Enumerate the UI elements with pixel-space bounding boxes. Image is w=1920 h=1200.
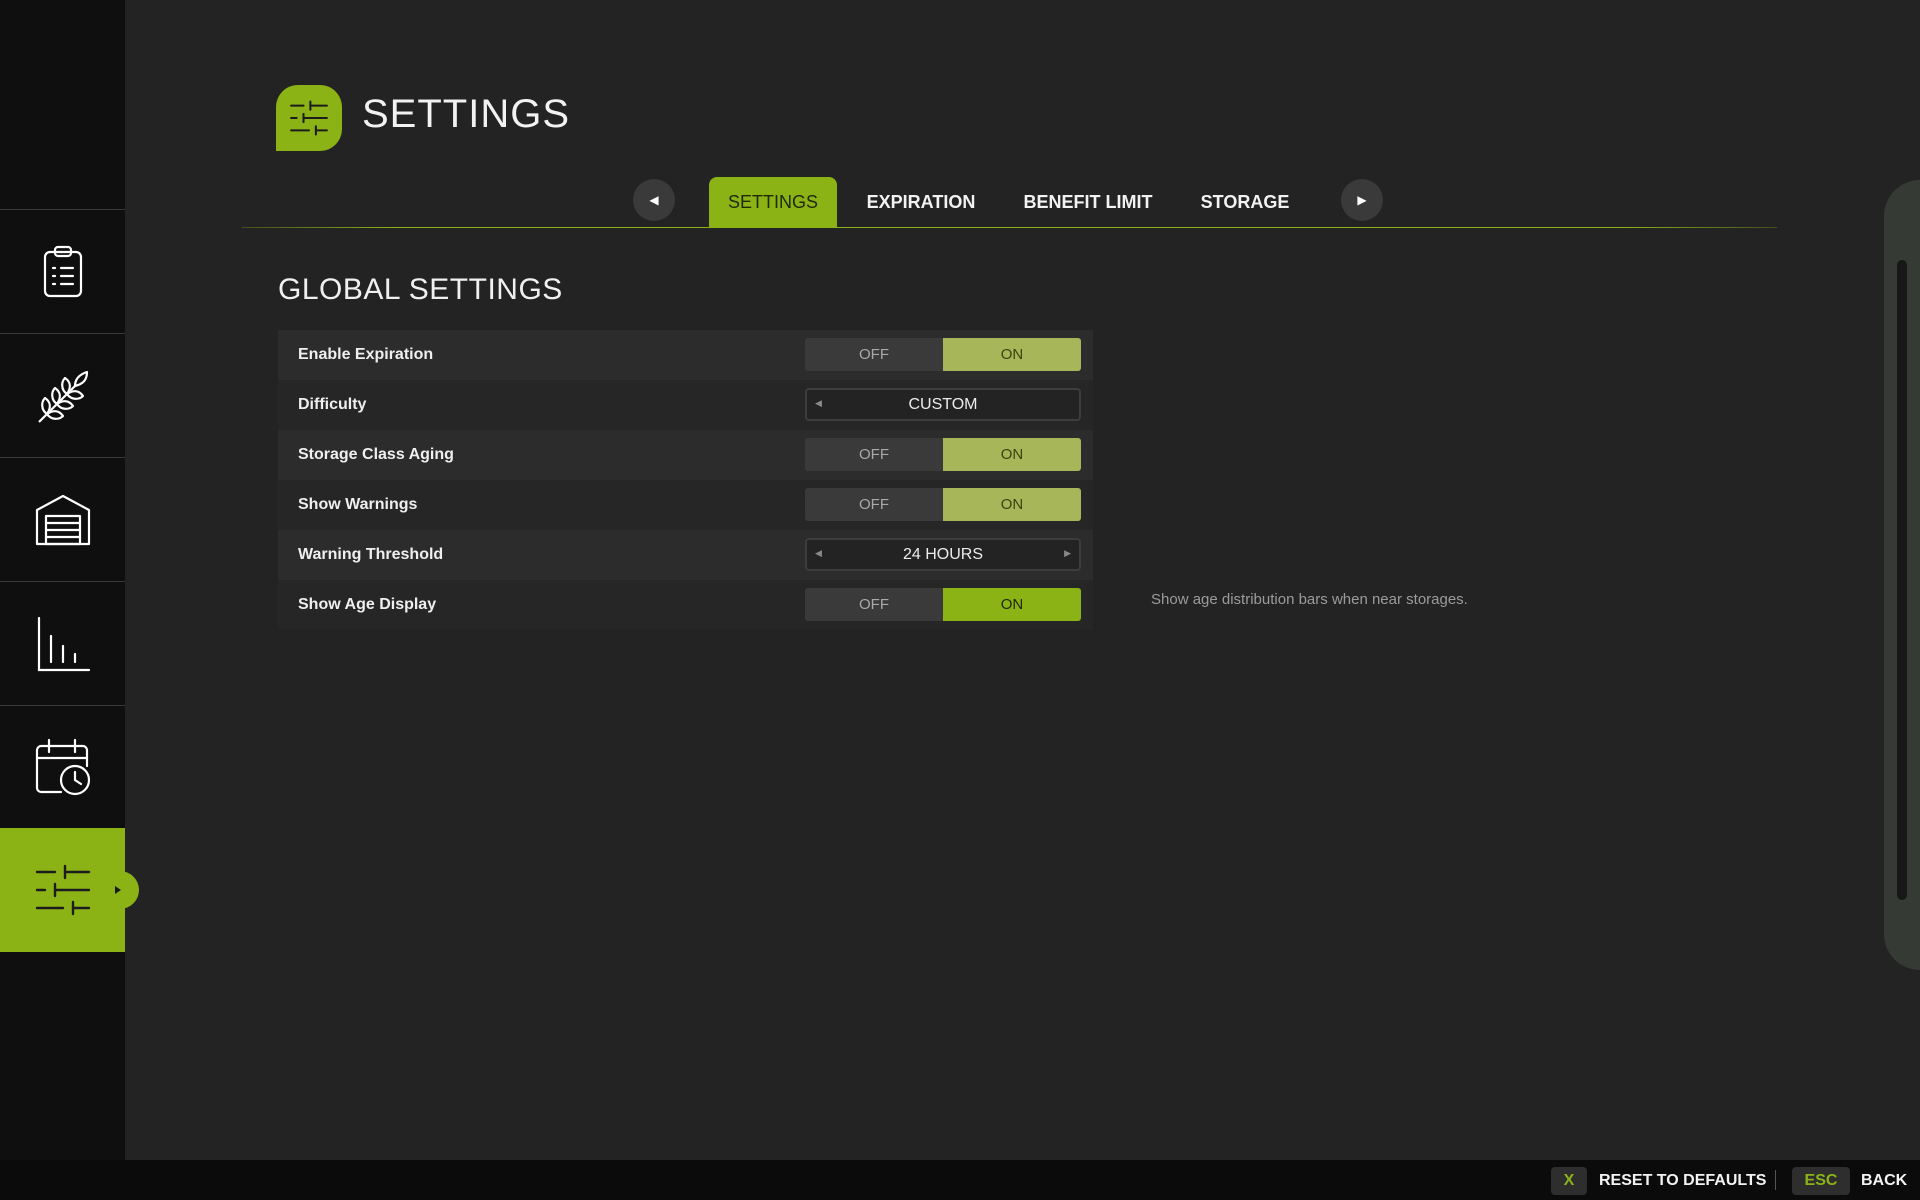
scrollbar-track[interactable] [1884,180,1920,970]
enable-expiration-toggle[interactable]: OFF ON [805,338,1081,371]
tabbar-divider [242,227,1777,228]
show-age-display-toggle[interactable]: OFF ON [805,588,1081,621]
settings-screen: SETTINGS ◀ SETTINGS EXPIRATION BENEFIT L… [0,0,1920,1200]
clipboard-checklist-icon [43,245,82,297]
selector-value: CUSTOM [908,395,978,413]
settings-list: Enable Expiration OFF ON Difficulty ◀ CU… [278,330,1093,630]
setting-row-warning-threshold: Warning Threshold ◀ 24 HOURS ▶ [278,530,1093,580]
footer-bar: X RESET TO DEFAULTS ESC BACK [0,1160,1920,1200]
sidebar-item-storage[interactable] [0,457,125,581]
setting-label: Warning Threshold [298,546,444,563]
setting-label: Show Age Display [298,596,437,613]
toggle-off-option[interactable]: OFF [805,588,943,621]
toggle-off-option[interactable]: OFF [805,338,943,371]
sidebar-item-settings[interactable] [0,828,139,952]
toggle-on-option[interactable]: ON [943,588,1081,621]
chevron-left-icon[interactable]: ◀ [815,548,822,559]
setting-row-show-warnings: Show Warnings OFF ON [278,480,1093,530]
tab-storage[interactable]: STORAGE [1190,177,1300,227]
sidebar-item-crops[interactable] [0,333,125,457]
wheat-icon [37,370,88,423]
tab-settings[interactable]: SETTINGS [709,177,837,227]
tab-benefit-limit[interactable]: BENEFIT LIMIT [1015,177,1161,227]
back-button[interactable]: BACK [1861,1172,1907,1190]
toggle-on-option[interactable]: ON [943,438,1081,471]
chevron-right-icon: ▶ [1357,193,1367,207]
sidebar-item-statistics[interactable] [0,581,125,705]
setting-label: Difficulty [298,396,367,413]
setting-row-enable-expiration: Enable Expiration OFF ON [278,330,1093,380]
setting-description: Show age distribution bars when near sto… [1151,591,1468,608]
page-title: SETTINGS [362,92,571,136]
toggle-on-option[interactable]: ON [943,488,1081,521]
setting-label: Show Warnings [298,496,418,513]
sidebar-item-calendar[interactable] [0,705,125,829]
setting-row-storage-class-aging: Storage Class Aging OFF ON [278,430,1093,480]
calendar-clock-icon [35,738,90,795]
toggle-on-option[interactable]: ON [943,338,1081,371]
sliders-icon [290,100,328,136]
toggle-off-option[interactable]: OFF [805,438,943,471]
warning-threshold-selector[interactable]: ◀ 24 HOURS ▶ [805,538,1081,571]
setting-label: Storage Class Aging [298,446,454,463]
scrollbar-thumb[interactable] [1897,260,1907,900]
storage-class-aging-toggle[interactable]: OFF ON [805,438,1081,471]
active-pointer [111,871,139,909]
tab-expiration[interactable]: EXPIRATION [857,177,985,227]
back-key-hint: ESC [1792,1167,1850,1195]
storage-garage-icon [35,494,90,545]
difficulty-selector[interactable]: ◀ CUSTOM [805,388,1081,421]
bar-chart-icon [37,616,90,671]
section-title: GLOBAL SETTINGS [278,273,563,306]
selector-value: 24 HOURS [902,545,984,563]
footer-divider [1775,1170,1776,1190]
settings-logo [276,85,342,151]
reset-to-defaults-button[interactable]: RESET TO DEFAULTS [1599,1172,1766,1190]
toggle-off-option[interactable]: OFF [805,488,943,521]
reset-key-hint: X [1551,1167,1587,1195]
show-warnings-toggle[interactable]: OFF ON [805,488,1081,521]
sidebar-item-tasks[interactable] [0,209,125,333]
setting-label: Enable Expiration [298,346,434,363]
tab-next-button[interactable]: ▶ [1341,179,1383,221]
chevron-right-icon[interactable]: ▶ [1064,548,1071,559]
setting-row-difficulty: Difficulty ◀ CUSTOM [278,380,1093,430]
sidebar [0,0,139,1160]
tab-prev-button[interactable]: ◀ [633,179,675,221]
setting-row-show-age-display: Show Age Display OFF ON [278,580,1093,630]
sliders-icon [35,864,90,916]
chevron-left-icon: ◀ [649,193,659,207]
chevron-left-icon[interactable]: ◀ [815,398,822,409]
